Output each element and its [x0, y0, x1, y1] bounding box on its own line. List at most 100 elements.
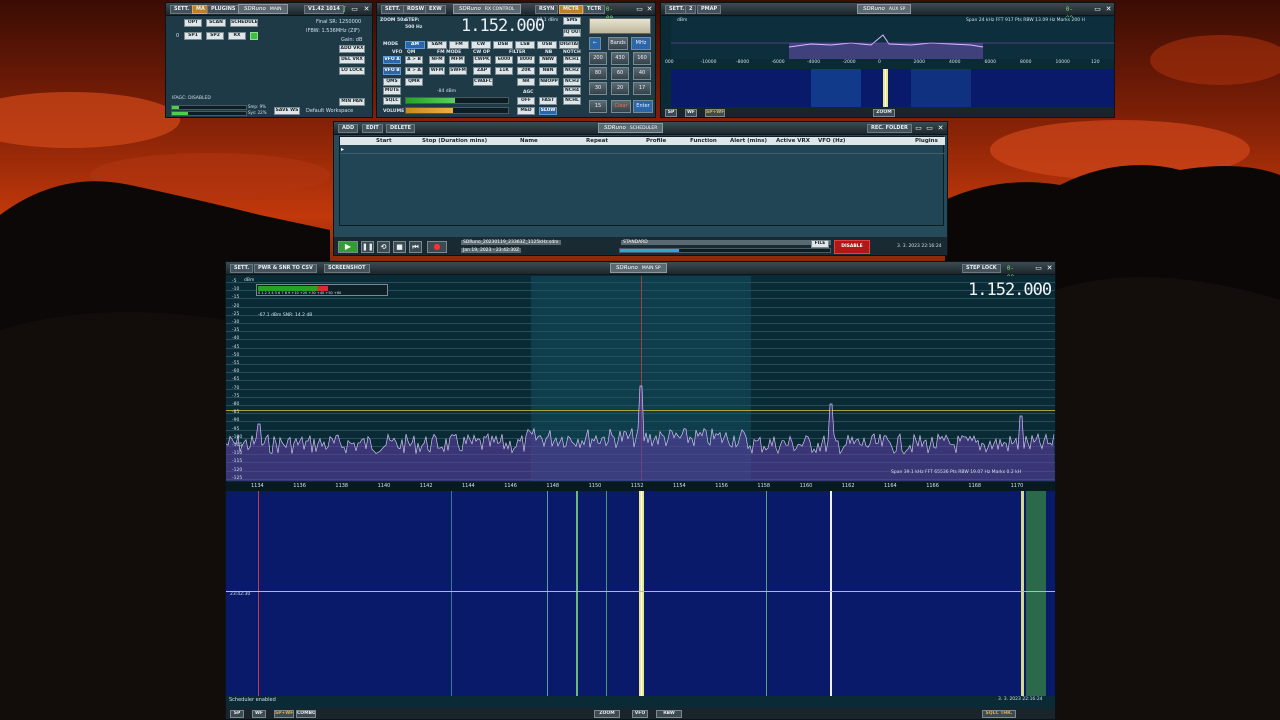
keypad-key[interactable]: ←	[589, 37, 601, 50]
nbn-button[interactable]: NBN	[539, 67, 557, 75]
pause-button[interactable]: ❚❚	[361, 241, 374, 253]
sqlc-button[interactable]: SQLC	[383, 97, 401, 105]
aux-minimize-icon[interactable]: ▭	[1093, 5, 1102, 14]
agc-fast-button[interactable]: FAST	[539, 97, 557, 105]
nbopp-button[interactable]: NBOPP	[539, 78, 559, 86]
aux-spectrum[interactable]	[671, 17, 1114, 59]
column-header[interactable]: Name	[520, 137, 538, 145]
keypad-key[interactable]: 20	[611, 82, 629, 95]
filter-11k-button[interactable]: 11K	[495, 67, 513, 75]
keypad-key[interactable]: 80	[589, 67, 607, 80]
main-minimize-icon[interactable]: ▭	[350, 5, 359, 14]
lo-lock-button[interactable]: LO LOCK	[339, 67, 365, 75]
column-header[interactable]: Function	[690, 137, 717, 145]
min-pan-button[interactable]: MIN PAN	[339, 98, 365, 106]
rx-settings-button[interactable]: SETT.	[381, 5, 405, 14]
mode-sam-button[interactable]: SAM	[427, 41, 447, 49]
keypad-key[interactable]: 40	[633, 67, 651, 80]
mctr-button[interactable]: MCTR	[559, 5, 583, 14]
filter-20k-button[interactable]: 20K	[517, 67, 535, 75]
spwf-button[interactable]: SP+WF	[274, 710, 294, 718]
nch2-button[interactable]: NCH2	[563, 67, 581, 75]
nchl-button[interactable]: NCHL	[563, 97, 581, 105]
column-header[interactable]: Profile	[646, 137, 666, 145]
column-header[interactable]: VFO (Hz)	[818, 137, 845, 145]
mode-lsb-button[interactable]: LSB	[515, 41, 535, 49]
keypad-key[interactable]: 30	[589, 82, 607, 95]
sched-edit-button[interactable]: EDIT	[362, 124, 383, 133]
aux-wf-button[interactable]: WF	[685, 109, 697, 117]
column-header[interactable]: Active VRX	[776, 137, 810, 145]
aux-zoom-button[interactable]: ZOOM	[873, 109, 895, 117]
sched-restore-icon[interactable]: ▭	[925, 124, 934, 133]
mfm-button[interactable]: MFM	[449, 56, 465, 64]
pwr-snr-csv-button[interactable]: PWR & SNR TO CSV	[254, 264, 317, 273]
sp-button[interactable]: SP	[230, 710, 244, 718]
agc-off-button[interactable]: OFF	[517, 97, 535, 105]
sched-minimize-icon[interactable]: ▭	[914, 124, 923, 133]
rx-close-icon[interactable]: ✕	[645, 5, 654, 14]
main-spectrum[interactable]	[226, 276, 1055, 481]
mode-am-button[interactable]: AM	[405, 41, 425, 49]
sp1-button[interactable]: SP1	[184, 32, 202, 40]
tctr-button[interactable]: TCTR	[583, 5, 606, 14]
swfm-button[interactable]: SWFM	[449, 67, 467, 75]
a-to-b-button[interactable]: A > B	[405, 56, 423, 64]
keypad-key[interactable]: 430	[611, 52, 629, 65]
msp-settings-button[interactable]: SETT.	[230, 264, 254, 273]
zoom-button[interactable]: ZOOM	[594, 710, 620, 718]
save-ws-button[interactable]: SAVE WS	[274, 107, 300, 115]
opt-button[interactable]: OPT	[184, 19, 202, 27]
vfo-button[interactable]: VFO	[632, 710, 648, 718]
nch3-button[interactable]: NCH3	[563, 78, 581, 86]
column-header[interactable]: Start	[376, 137, 392, 145]
exw-button[interactable]: EXW	[425, 5, 446, 14]
aux-sp-button[interactable]: SP	[665, 109, 677, 117]
wf-button[interactable]: WF	[252, 710, 266, 718]
sched-add-button[interactable]: ADD	[338, 124, 359, 133]
wfm-button[interactable]: WFM	[429, 67, 445, 75]
aux-2-button[interactable]: 2	[685, 5, 697, 14]
agc-med-button[interactable]: MED	[517, 107, 535, 115]
aux-close-icon[interactable]: ✕	[1104, 5, 1113, 14]
nfm-button[interactable]: NFM	[429, 56, 445, 64]
rbw-button[interactable]: RBW	[656, 710, 682, 718]
sqlc-thr-button[interactable]: SQLC THR.	[982, 710, 1016, 718]
aux-spwf-button[interactable]: SP+WF	[705, 109, 725, 117]
main-settings-button[interactable]: SETT.	[170, 5, 194, 14]
disable-button[interactable]: DISABLE	[834, 240, 870, 254]
del-vrx-button[interactable]: DEL VRX	[339, 56, 365, 64]
rewind-button[interactable]: ⏮	[409, 241, 422, 253]
sched-delete-button[interactable]: DELETE	[386, 124, 415, 133]
iq-out-button[interactable]: IQ OUT	[563, 29, 581, 37]
nbw-button[interactable]: NBW	[539, 56, 557, 64]
vfo-a-button[interactable]: VFO A	[383, 56, 401, 64]
keypad-key[interactable]: Clear	[611, 100, 631, 113]
cwafc-button[interactable]: CWAFC	[473, 78, 493, 86]
rx-frequency-display[interactable]: 1.152.000	[461, 16, 545, 36]
keypad-key[interactable]: MHz	[631, 37, 651, 50]
cwpk-button[interactable]: CWPK	[473, 56, 491, 64]
keypad-key[interactable]: 60	[611, 67, 629, 80]
filter-6000-button[interactable]: 6000	[495, 56, 513, 64]
keypad-key[interactable]: 200	[589, 52, 607, 65]
volume-slider[interactable]	[405, 107, 509, 114]
keypad-key[interactable]: Bands	[608, 37, 628, 50]
sp2-button[interactable]: SP2	[206, 32, 224, 40]
keypad-key[interactable]: Enter	[633, 100, 653, 113]
step-lock-button[interactable]: STEP LOCK	[962, 264, 1001, 273]
column-header[interactable]: Repeat	[586, 137, 608, 145]
sms-button[interactable]: SMS	[563, 17, 581, 25]
mode-cw-button[interactable]: CW	[471, 41, 491, 49]
mute-button[interactable]: MUTE	[383, 87, 401, 95]
keypad-key[interactable]: 160	[633, 52, 651, 65]
keypad-key[interactable]: 15	[589, 100, 607, 113]
squelch-slider[interactable]	[405, 97, 509, 104]
mode-dsb-button[interactable]: DSB	[493, 41, 513, 49]
mode-digital-button[interactable]: DIGITAL	[559, 41, 579, 49]
nch4-button[interactable]: NCH4	[563, 87, 581, 95]
main-sp-frequency[interactable]: 1.152.000	[968, 280, 1052, 300]
stop-button[interactable]: ■	[393, 241, 406, 253]
scan-button[interactable]: SCAN	[206, 19, 226, 27]
record-button[interactable]: ●	[427, 241, 447, 253]
